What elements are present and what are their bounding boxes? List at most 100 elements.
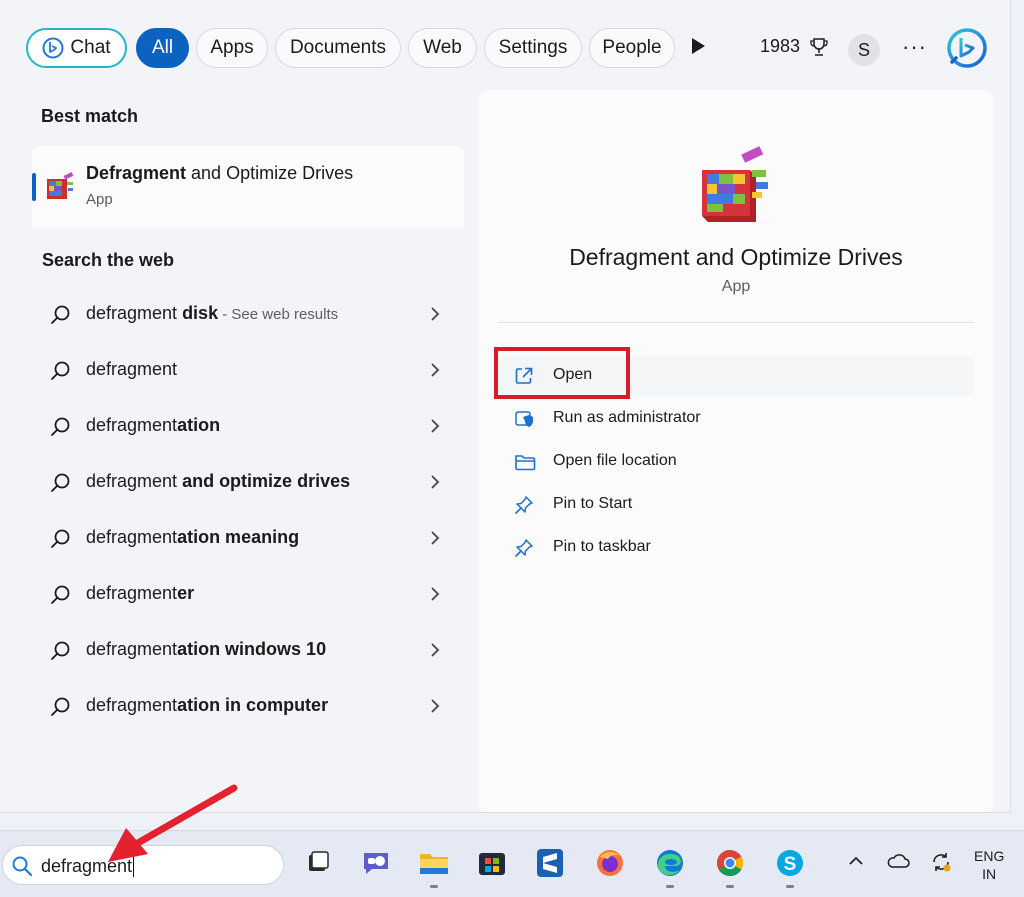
language-code: ENG [974,848,1005,864]
file-explorer-button[interactable] [416,845,452,888]
tab-people[interactable]: People [589,28,675,68]
bing-logo-icon[interactable] [946,28,988,70]
web-result-text: defragment and optimize drives [86,471,351,491]
task-view-button[interactable] [300,845,336,885]
chevron-right-icon [431,643,440,657]
web-result-text: defragmentation in computer [86,695,329,715]
web-result-text: defragment [86,359,178,379]
chrome-button[interactable] [712,845,748,888]
best-match-type: App [86,191,113,208]
disk-defragmenter-icon [702,146,768,222]
web-result-row[interactable]: defragmentation windows 10 [32,626,464,674]
web-result-text: defragmentation meaning [86,527,300,547]
web-result-row[interactable]: defragmenter [32,570,464,618]
firefox-button[interactable] [592,845,628,885]
action-open-file-location[interactable]: Open file location [498,443,974,481]
sync-update-icon[interactable] [930,851,952,873]
action-pin-to-taskbar-label: Pin to taskbar [553,538,651,555]
chevron-right-icon [431,419,440,433]
best-match-card[interactable]: Defragment and Optimize Drives App [32,146,464,228]
chevron-right-icon [431,699,440,713]
rewards-points[interactable]: 1983 [760,36,829,57]
search-icon [51,361,70,380]
best-match-heading: Best match [41,106,139,126]
divider [498,322,974,323]
keyboard-region: IN [982,866,997,882]
chrome-icon [716,849,744,877]
language-indicator[interactable]: ENG IN [974,847,1004,883]
web-result-row[interactable]: defragment [32,346,464,394]
search-icon [12,856,33,877]
edge-button[interactable] [652,845,688,888]
teams-chat-button[interactable] [358,845,394,885]
search-web-heading: Search the web [42,250,175,270]
web-result-row[interactable]: defragmentation in computer [32,682,464,730]
avatar[interactable]: S [848,34,880,66]
pin-icon [515,496,533,514]
annotation-highlight-box [494,347,630,399]
chevron-right-icon [431,363,440,377]
tab-documents[interactable]: Documents [275,28,401,68]
selection-indicator [32,173,36,201]
search-icon [51,473,70,492]
action-pin-to-taskbar[interactable]: Pin to taskbar [498,529,974,567]
search-icon [51,417,70,436]
web-result-text: defragmentation windows 10 [86,639,327,659]
skype-button[interactable]: S [772,845,808,888]
trophy-icon [810,38,828,56]
teams-chat-icon [364,853,388,874]
best-match-name: Defragment and Optimize Drives [86,163,354,183]
preview-app-name: Defragment and Optimize Drives [569,244,903,270]
sublime-text-icon [537,849,563,877]
chevron-right-icon [431,587,440,601]
tab-chat[interactable]: Chat [26,28,127,68]
shield-admin-icon [515,411,533,427]
file-explorer-icon [420,854,448,874]
onedrive-cloud-icon[interactable] [886,851,910,871]
action-run-as-admin-label: Run as administrator [553,409,701,426]
microsoft-store-icon [479,853,505,875]
search-icon [51,529,70,548]
action-pin-to-start[interactable]: Pin to Start [498,486,974,524]
annotation-arrow-icon [108,784,238,862]
show-hidden-icons-chevron-up-icon[interactable] [846,851,866,871]
more-filters-play-icon[interactable] [692,38,705,54]
search-icon [51,697,70,716]
running-indicator [786,885,794,888]
preview-app-type: App [721,278,751,295]
pin-icon [515,539,533,557]
action-pin-to-start-label: Pin to Start [553,495,633,512]
search-icon [51,641,70,660]
more-options-icon[interactable]: ··· [902,34,927,60]
web-result-row[interactable]: defragmentation [32,402,464,450]
chevron-right-icon [431,475,440,489]
tab-all[interactable]: All [136,28,189,68]
web-result-row[interactable]: defragmentation meaning [32,514,464,562]
folder-icon [515,455,536,471]
filter-bar: Chat All Apps Documents Web Settings Peo… [0,0,1010,90]
web-result-row[interactable]: defragment disk - See web results [32,290,464,338]
web-result-row[interactable]: defragment and optimize drives [32,458,464,506]
search-icon [51,305,70,324]
skype-icon: S [777,850,803,876]
microsoft-store-button[interactable] [474,845,510,885]
rewards-points-value: 1983 [760,36,801,56]
edge-icon [657,850,683,876]
preview-pane: Defragment and Optimize Drives App Open … [478,90,994,812]
search-icon [51,585,70,604]
sublime-text-button[interactable] [532,845,568,885]
task-view-icon [309,851,329,871]
disk-defragmenter-icon [47,172,74,199]
web-result-text: defragment disk - See web results [86,303,339,323]
running-indicator [666,885,674,888]
tab-web[interactable]: Web [408,28,477,68]
action-run-as-admin[interactable]: Run as administrator [498,400,974,438]
chevron-right-icon [431,307,440,321]
bing-chat-icon [42,37,64,59]
svg-text:S: S [784,854,797,875]
tab-chat-label: Chat [70,37,111,58]
tab-apps[interactable]: Apps [196,28,268,68]
firefox-icon [597,850,623,876]
running-indicator [726,885,734,888]
tab-settings[interactable]: Settings [484,28,582,68]
